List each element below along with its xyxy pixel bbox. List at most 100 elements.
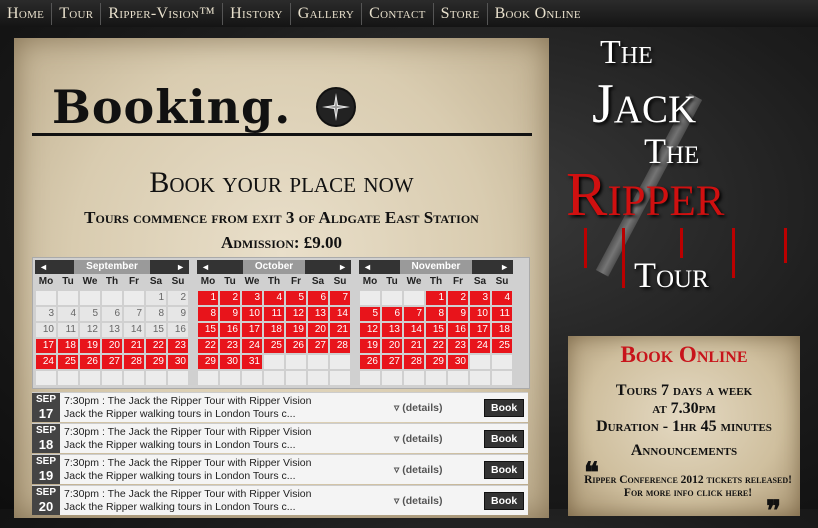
available-day[interactable]: 17 bbox=[242, 323, 262, 337]
available-day[interactable]: 13 bbox=[382, 323, 402, 337]
available-day[interactable]: 25 bbox=[58, 355, 78, 369]
available-day[interactable]: 10 bbox=[242, 307, 262, 321]
available-day[interactable]: 9 bbox=[220, 307, 240, 321]
available-day[interactable]: 19 bbox=[286, 323, 306, 337]
available-day[interactable]: 11 bbox=[492, 307, 512, 321]
announcement-link[interactable]: Ripper Conference 2012 tickets released!… bbox=[578, 474, 798, 500]
available-day[interactable]: 8 bbox=[198, 307, 218, 321]
available-day[interactable]: 3 bbox=[470, 291, 490, 305]
available-day[interactable]: 24 bbox=[470, 339, 490, 353]
available-day[interactable]: 11 bbox=[264, 307, 284, 321]
available-day[interactable]: 28 bbox=[404, 355, 424, 369]
nav-item[interactable]: History bbox=[223, 2, 291, 25]
available-day[interactable]: 19 bbox=[80, 339, 100, 353]
available-day[interactable]: 8 bbox=[426, 307, 446, 321]
available-day[interactable]: 9 bbox=[448, 307, 468, 321]
available-day[interactable]: 14 bbox=[404, 323, 424, 337]
available-day[interactable]: 4 bbox=[264, 291, 284, 305]
available-day[interactable]: 10 bbox=[470, 307, 490, 321]
available-day[interactable]: 25 bbox=[492, 339, 512, 353]
available-day[interactable]: 2 bbox=[220, 291, 240, 305]
nav-item[interactable]: Ripper-Vision™ bbox=[101, 2, 224, 25]
event-details-link[interactable]: ▿ (details) bbox=[394, 495, 484, 507]
available-day[interactable]: 26 bbox=[360, 355, 380, 369]
available-day[interactable]: 20 bbox=[308, 323, 328, 337]
available-day[interactable]: 30 bbox=[220, 355, 240, 369]
event-details-link[interactable]: ▿ (details) bbox=[394, 433, 484, 445]
available-day[interactable]: 28 bbox=[124, 355, 144, 369]
nav-item[interactable]: Tour bbox=[52, 2, 102, 25]
event-details-link[interactable]: ▿ (details) bbox=[394, 402, 484, 414]
available-day[interactable]: 20 bbox=[102, 339, 122, 353]
prev-month-icon[interactable]: ◄ bbox=[39, 262, 48, 272]
available-day[interactable]: 12 bbox=[286, 307, 306, 321]
available-day[interactable]: 6 bbox=[308, 291, 328, 305]
available-day[interactable]: 23 bbox=[168, 339, 188, 353]
available-day[interactable]: 30 bbox=[448, 355, 468, 369]
nav-item[interactable]: Book Online bbox=[488, 3, 588, 25]
available-day[interactable]: 27 bbox=[382, 355, 402, 369]
available-day[interactable]: 24 bbox=[242, 339, 262, 353]
available-day[interactable]: 20 bbox=[382, 339, 402, 353]
available-day[interactable]: 15 bbox=[426, 323, 446, 337]
event-details-link[interactable]: ▿ (details) bbox=[394, 464, 484, 476]
available-day[interactable]: 5 bbox=[286, 291, 306, 305]
available-day[interactable]: 18 bbox=[58, 339, 78, 353]
nav-item[interactable]: Home bbox=[0, 2, 53, 25]
weekday-label: Fr bbox=[129, 276, 139, 287]
available-day[interactable]: 2 bbox=[448, 291, 468, 305]
nav-item[interactable]: Contact bbox=[362, 2, 434, 25]
nav-item[interactable]: Gallery bbox=[291, 2, 363, 25]
book-button[interactable]: Book bbox=[484, 429, 525, 448]
prev-month-icon[interactable]: ◄ bbox=[201, 262, 210, 272]
nav-item[interactable]: Store bbox=[434, 2, 488, 25]
available-day[interactable]: 21 bbox=[124, 339, 144, 353]
next-month-icon[interactable]: ► bbox=[338, 262, 347, 272]
available-day[interactable]: 1 bbox=[198, 291, 218, 305]
available-day[interactable]: 23 bbox=[220, 339, 240, 353]
available-day[interactable]: 5 bbox=[360, 307, 380, 321]
available-day[interactable]: 28 bbox=[330, 339, 350, 353]
available-day[interactable]: 17 bbox=[470, 323, 490, 337]
next-month-icon[interactable]: ► bbox=[500, 262, 509, 272]
available-day[interactable]: 29 bbox=[198, 355, 218, 369]
available-day[interactable]: 4 bbox=[492, 291, 512, 305]
available-day[interactable]: 18 bbox=[492, 323, 512, 337]
available-day[interactable]: 18 bbox=[264, 323, 284, 337]
available-day[interactable]: 27 bbox=[308, 339, 328, 353]
available-day[interactable]: 16 bbox=[448, 323, 468, 337]
available-day[interactable]: 29 bbox=[426, 355, 446, 369]
available-day[interactable]: 21 bbox=[330, 323, 350, 337]
available-day[interactable]: 12 bbox=[360, 323, 380, 337]
available-day[interactable]: 30 bbox=[168, 355, 188, 369]
book-button[interactable]: Book bbox=[484, 398, 525, 417]
available-day[interactable]: 29 bbox=[146, 355, 166, 369]
available-day[interactable]: 13 bbox=[308, 307, 328, 321]
available-day[interactable]: 26 bbox=[80, 355, 100, 369]
available-day[interactable]: 22 bbox=[146, 339, 166, 353]
available-day[interactable]: 15 bbox=[198, 323, 218, 337]
available-day[interactable]: 25 bbox=[264, 339, 284, 353]
available-day[interactable]: 6 bbox=[382, 307, 402, 321]
available-day[interactable]: 7 bbox=[404, 307, 424, 321]
available-day[interactable]: 17 bbox=[36, 339, 56, 353]
available-day[interactable]: 23 bbox=[448, 339, 468, 353]
available-day[interactable]: 7 bbox=[330, 291, 350, 305]
next-month-icon[interactable]: ► bbox=[176, 262, 185, 272]
available-day[interactable]: 3 bbox=[242, 291, 262, 305]
available-day[interactable]: 22 bbox=[426, 339, 446, 353]
prev-month-icon[interactable]: ◄ bbox=[363, 262, 372, 272]
available-day[interactable]: 1 bbox=[426, 291, 446, 305]
available-day[interactable]: 31 bbox=[242, 355, 262, 369]
book-online-link[interactable]: Book Online bbox=[568, 342, 800, 368]
available-day[interactable]: 24 bbox=[36, 355, 56, 369]
available-day[interactable]: 16 bbox=[220, 323, 240, 337]
available-day[interactable]: 22 bbox=[198, 339, 218, 353]
book-button[interactable]: Book bbox=[484, 491, 525, 510]
book-button[interactable]: Book bbox=[484, 460, 525, 479]
available-day[interactable]: 19 bbox=[360, 339, 380, 353]
available-day[interactable]: 27 bbox=[102, 355, 122, 369]
available-day[interactable]: 26 bbox=[286, 339, 306, 353]
available-day[interactable]: 21 bbox=[404, 339, 424, 353]
available-day[interactable]: 14 bbox=[330, 307, 350, 321]
